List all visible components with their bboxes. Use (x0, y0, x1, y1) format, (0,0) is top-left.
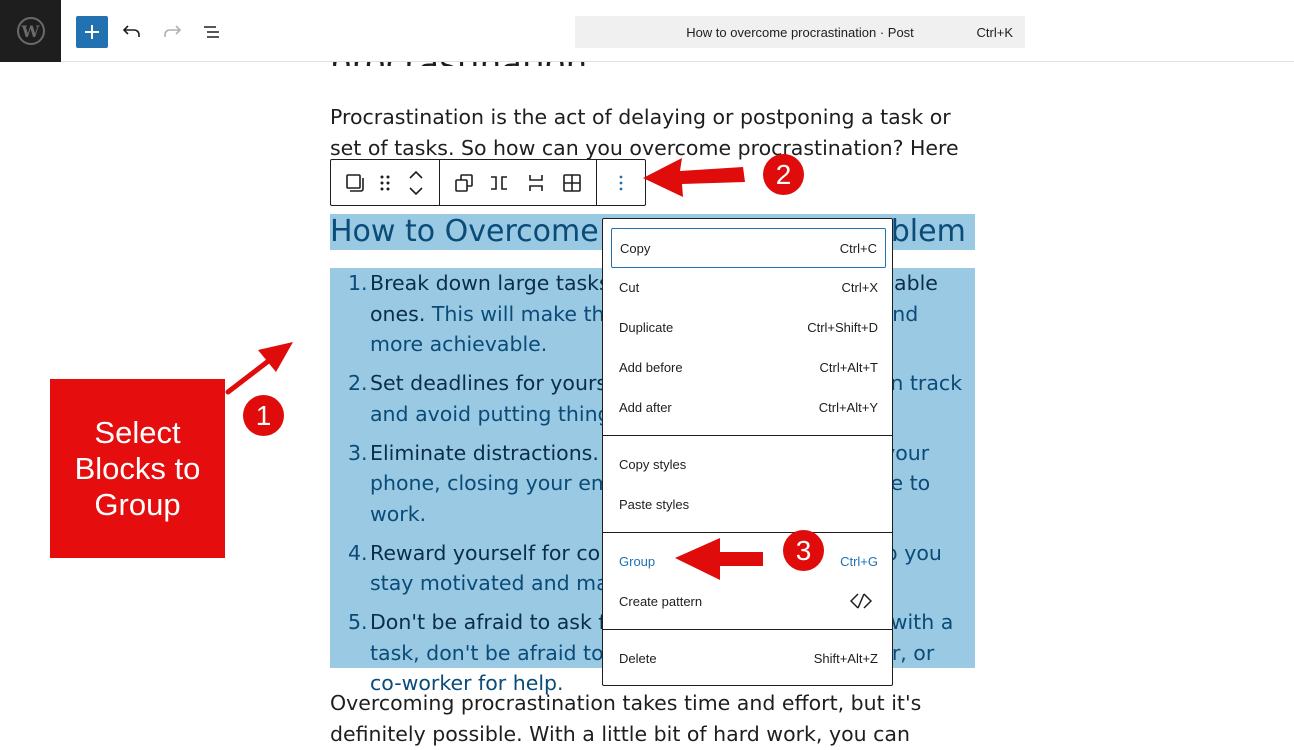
stack-icon (529, 175, 543, 191)
menu-item-create-pattern[interactable]: Create pattern (611, 582, 886, 622)
step-badge-2: 2 (763, 154, 804, 195)
arrow-1-icon (225, 342, 293, 395)
multiple-blocks-icon (346, 174, 364, 192)
menu-item-group[interactable]: Group Ctrl+G (611, 542, 886, 582)
menu-item-label: Paste styles (619, 497, 690, 512)
menu-item-label: Delete (619, 651, 657, 666)
menu-item-shortcut: Ctrl+X (841, 280, 878, 295)
list-view-icon (204, 26, 219, 38)
list-item-number: 1. (348, 271, 368, 295)
menu-item-label: Create pattern (619, 594, 703, 609)
move-up-down-icon (409, 170, 423, 196)
list-item-bold: Set deadlines for yourself. (370, 371, 638, 395)
post-title: How to overcome procrastination · Post (686, 25, 914, 40)
intro-paragraph[interactable]: Procrastination is the act of delaying o… (330, 102, 970, 160)
menu-item-label: Add after (619, 400, 672, 415)
callout-text: Select Blocks to Group (74, 414, 201, 522)
list-item-number: 3. (348, 440, 368, 465)
list-item-number: 4. (348, 540, 368, 565)
grid-button[interactable] (560, 171, 584, 195)
redo-icon (164, 25, 182, 37)
duplicate-blocks-icon (455, 174, 473, 192)
undo-button[interactable] (116, 16, 148, 48)
menu-item-shortcut: Ctrl+Alt+T (819, 360, 878, 375)
move-up-down-button[interactable] (404, 170, 428, 196)
row-button[interactable] (487, 171, 511, 195)
menu-item-paste-styles[interactable]: Paste styles (611, 485, 886, 525)
block-toolbar-group-2 (440, 160, 597, 205)
closing-paragraph[interactable]: Overcoming procrastination takes time an… (330, 688, 970, 750)
wordpress-icon: W (16, 17, 45, 45)
menu-item-copy[interactable]: Copy Ctrl+C (611, 228, 886, 268)
step-badge-3: 3 (783, 530, 824, 571)
undo-icon (122, 25, 140, 37)
block-toolbar (330, 159, 646, 206)
list-item-bold: Eliminate distractions. (370, 440, 599, 465)
menu-item-add-after[interactable]: Add after Ctrl+Alt+Y (611, 388, 886, 428)
drag-handle[interactable] (373, 171, 397, 195)
menu-item-add-before[interactable]: Add before Ctrl+Alt+T (611, 348, 886, 388)
menu-item-copy-styles[interactable]: Copy styles (611, 445, 886, 485)
drag-handle-icon (380, 175, 390, 191)
options-icon (619, 175, 623, 191)
grid-icon (563, 174, 581, 192)
redo-button[interactable] (156, 16, 188, 48)
options-button[interactable] (609, 171, 633, 195)
block-options-menu: Copy Ctrl+C Cut Ctrl+X Duplicate Ctrl+Sh… (602, 218, 893, 686)
menu-item-delete[interactable]: Delete Shift+Alt+Z (611, 639, 886, 679)
menu-item-label: Copy (620, 241, 651, 256)
menu-divider (603, 435, 892, 436)
list-item-number: 5. (348, 610, 368, 634)
menu-item-label: Add before (619, 360, 683, 375)
document-overview-button[interactable] (196, 16, 228, 48)
arrow-2-icon (643, 158, 745, 197)
menu-item-shortcut: Ctrl+Alt+Y (818, 400, 878, 415)
wordpress-logo[interactable]: W (0, 0, 61, 62)
pattern-icon (850, 593, 872, 609)
command-shortcut: Ctrl+K (976, 25, 1013, 40)
menu-item-label: Cut (619, 280, 640, 295)
block-toolbar-group-1 (331, 160, 440, 205)
editor-top-toolbar: W How to overcome procrastination · Post… (0, 0, 1294, 62)
multiple-blocks-button[interactable] (343, 171, 367, 195)
add-block-button[interactable] (76, 16, 108, 48)
list-item-number: 2. (348, 371, 368, 395)
step-badge-1: 1 (243, 395, 284, 436)
plus-icon (85, 25, 99, 39)
stack-button[interactable] (524, 171, 548, 195)
menu-item-label: Group (619, 554, 656, 569)
menu-item-shortcut: Ctrl+Shift+D (807, 320, 878, 335)
row-icon (491, 176, 507, 190)
menu-item-shortcut: Ctrl+C (839, 241, 877, 256)
menu-divider (603, 532, 892, 533)
transform-button[interactable] (452, 171, 476, 195)
menu-item-shortcut: Shift+Alt+Z (813, 651, 878, 666)
callout-select-blocks: Select Blocks to Group (50, 379, 225, 558)
menu-item-shortcut: Ctrl+G (840, 554, 878, 569)
menu-item-duplicate[interactable]: Duplicate Ctrl+Shift+D (611, 308, 886, 348)
command-palette-bar[interactable]: How to overcome procrastination · Post C… (575, 16, 1025, 48)
menu-item-label: Copy styles (619, 457, 687, 472)
menu-item-cut[interactable]: Cut Ctrl+X (611, 268, 886, 308)
menu-item-label: Duplicate (619, 320, 674, 335)
menu-divider (603, 629, 892, 630)
